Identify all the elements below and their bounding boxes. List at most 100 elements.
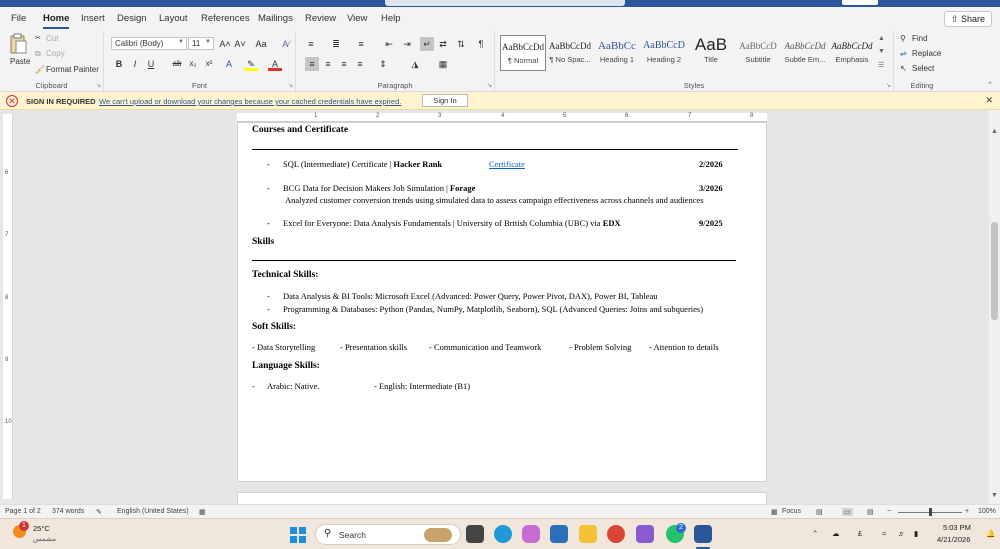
visual-studio-icon[interactable] [636, 525, 654, 543]
scrollbar-thumb[interactable] [991, 222, 998, 320]
zoom-level[interactable]: 100% [978, 508, 996, 515]
tab-layout[interactable]: Layout [159, 13, 188, 24]
paste-button[interactable] [8, 33, 30, 57]
file-explorer-icon[interactable] [579, 525, 597, 543]
style-no-spacing[interactable]: AaBbCcDd ¶ No Spac... [547, 35, 593, 71]
title-search-box[interactable] [385, 0, 625, 6]
style-title[interactable]: AaB Title [688, 35, 734, 71]
style-subtitle[interactable]: AaBbCcD Subtitle [735, 35, 781, 71]
tab-help[interactable]: Help [381, 13, 401, 24]
task-view-icon[interactable] [466, 525, 484, 543]
clock-time[interactable]: 5:03 PM [943, 523, 971, 532]
title-signin-button[interactable] [842, 0, 878, 5]
scroll-down-icon[interactable]: ▼ [990, 492, 999, 501]
chrome-icon[interactable] [607, 525, 625, 543]
clipboard-launcher-icon[interactable]: ↘ [96, 82, 101, 89]
word-count[interactable]: 374 words [52, 508, 84, 515]
bold-button[interactable]: B [112, 57, 126, 71]
copy-button[interactable]: Copy [46, 49, 65, 58]
language-status[interactable]: English (United States) [117, 508, 189, 515]
onedrive-icon[interactable]: ☁ [832, 529, 840, 538]
increase-indent-icon[interactable]: ⇥ [400, 37, 414, 51]
page-count[interactable]: Page 1 of 2 [5, 508, 41, 515]
align-left-icon[interactable]: ≡ [305, 57, 319, 71]
tab-references[interactable]: References [201, 13, 250, 24]
align-center-icon[interactable]: ≡ [321, 57, 335, 71]
scroll-up-icon[interactable]: ▲ [990, 128, 999, 137]
format-painter-button[interactable]: Format Painter [46, 65, 99, 74]
certificate-link[interactable]: Certificate [489, 159, 525, 169]
sort-icon[interactable]: ⇅ [454, 37, 468, 51]
tab-mailings[interactable]: Mailings [258, 13, 293, 24]
underline-button[interactable]: U [144, 57, 158, 71]
battery-icon[interactable]: ▮ [914, 529, 918, 538]
font-launcher-icon[interactable]: ↘ [288, 82, 293, 89]
style-emphasis[interactable]: AaBbCcDd Emphasis [829, 35, 875, 71]
input-language[interactable]: £ [858, 529, 862, 538]
close-icon[interactable]: ✕ [985, 95, 993, 106]
weather-condition[interactable]: مشمس [33, 535, 56, 543]
find-button[interactable]: Find [912, 34, 928, 43]
tab-file[interactable]: File [11, 13, 26, 24]
sign-in-button[interactable]: Sign In [422, 94, 468, 107]
tab-home[interactable]: Home [43, 13, 70, 29]
ltr-icon[interactable]: ⇄ [436, 37, 450, 51]
wifi-icon[interactable]: ≈ [882, 529, 886, 538]
shading-icon[interactable]: ◮ [408, 57, 422, 71]
paragraph-launcher-icon[interactable]: ↘ [487, 82, 492, 89]
styles-launcher-icon[interactable]: ↘ [886, 82, 891, 89]
notification-message[interactable]: We can't upload or download your changes… [99, 97, 401, 106]
strikethrough-button[interactable]: ab [170, 57, 184, 71]
windows-start-icon[interactable] [290, 527, 306, 543]
italic-button[interactable]: I [128, 57, 142, 71]
style-heading-2[interactable]: AaBbCcD Heading 2 [641, 35, 687, 71]
styles-more-icon[interactable]: ☰ [878, 61, 884, 69]
show-hidden-icons[interactable]: ⌃ [812, 529, 818, 538]
vertical-scrollbar[interactable] [989, 110, 1000, 504]
weather-temperature[interactable]: 25°C [33, 524, 50, 533]
text-effects-icon[interactable]: A [222, 57, 236, 71]
align-right-icon[interactable]: ≡ [337, 57, 351, 71]
cut-button[interactable]: Cut [46, 34, 58, 43]
line-spacing-icon[interactable]: ⇕ [376, 57, 390, 71]
web-layout-icon[interactable]: ▤ [867, 508, 874, 516]
tab-view[interactable]: View [347, 13, 367, 24]
decrease-indent-icon[interactable]: ⇤ [382, 37, 396, 51]
show-marks-button[interactable]: ¶ [474, 37, 488, 51]
word-app-icon[interactable] [694, 525, 712, 543]
collapse-ribbon-icon[interactable]: ⌃ [987, 81, 993, 89]
tab-design[interactable]: Design [117, 13, 147, 24]
notifications-icon[interactable]: 🔔 [986, 529, 995, 538]
zoom-in-button[interactable]: + [965, 508, 969, 515]
multilevel-list-icon[interactable]: ≡ [354, 37, 368, 51]
font-color-icon[interactable]: A [268, 57, 282, 71]
copilot-icon[interactable] [522, 525, 540, 543]
read-mode-icon[interactable]: ▤ [816, 508, 823, 516]
print-layout-icon[interactable]: ▭ [842, 508, 853, 516]
font-family-select[interactable]: Calibri (Body) ▼ [111, 37, 187, 50]
select-button[interactable]: Select [912, 64, 934, 73]
share-button[interactable]: ⇧ Share [943, 11, 992, 27]
style-subtle-emphasis[interactable]: AaBbCcDd Subtle Em... [782, 35, 828, 71]
zoom-out-button[interactable]: − [887, 508, 891, 515]
change-case-button[interactable]: Aa [252, 37, 270, 51]
clear-formatting-icon[interactable]: A∕ [279, 37, 293, 51]
styles-scroll-down-icon[interactable]: ▼ [878, 48, 885, 55]
shrink-font-button[interactable]: A˅ [233, 37, 247, 51]
focus-button[interactable]: Focus [782, 508, 801, 515]
borders-icon[interactable]: ▦ [436, 57, 450, 71]
document-page[interactable]: Courses and Certificate - SQL (Intermedi… [237, 122, 767, 482]
style-normal[interactable]: AaBbCcDd ¶ Normal [500, 35, 546, 71]
subscript-button[interactable]: x₂ [186, 57, 200, 71]
grow-font-button[interactable]: A˄ [218, 37, 232, 51]
highlight-color-icon[interactable]: ✎ [244, 57, 258, 71]
styles-scroll-up-icon[interactable]: ▲ [878, 35, 885, 42]
style-heading-1[interactable]: AaBbCc Heading 1 [594, 35, 640, 71]
proofing-icon[interactable]: ✎ [96, 508, 102, 516]
numbering-icon[interactable]: ≣ [329, 37, 343, 51]
document-page-2[interactable] [237, 492, 767, 504]
taskbar-search-box[interactable]: ⚲ Search [315, 524, 461, 545]
volume-icon[interactable]: ♬ [898, 529, 906, 538]
tab-insert[interactable]: Insert [81, 13, 105, 24]
replace-button[interactable]: Replace [912, 49, 941, 58]
